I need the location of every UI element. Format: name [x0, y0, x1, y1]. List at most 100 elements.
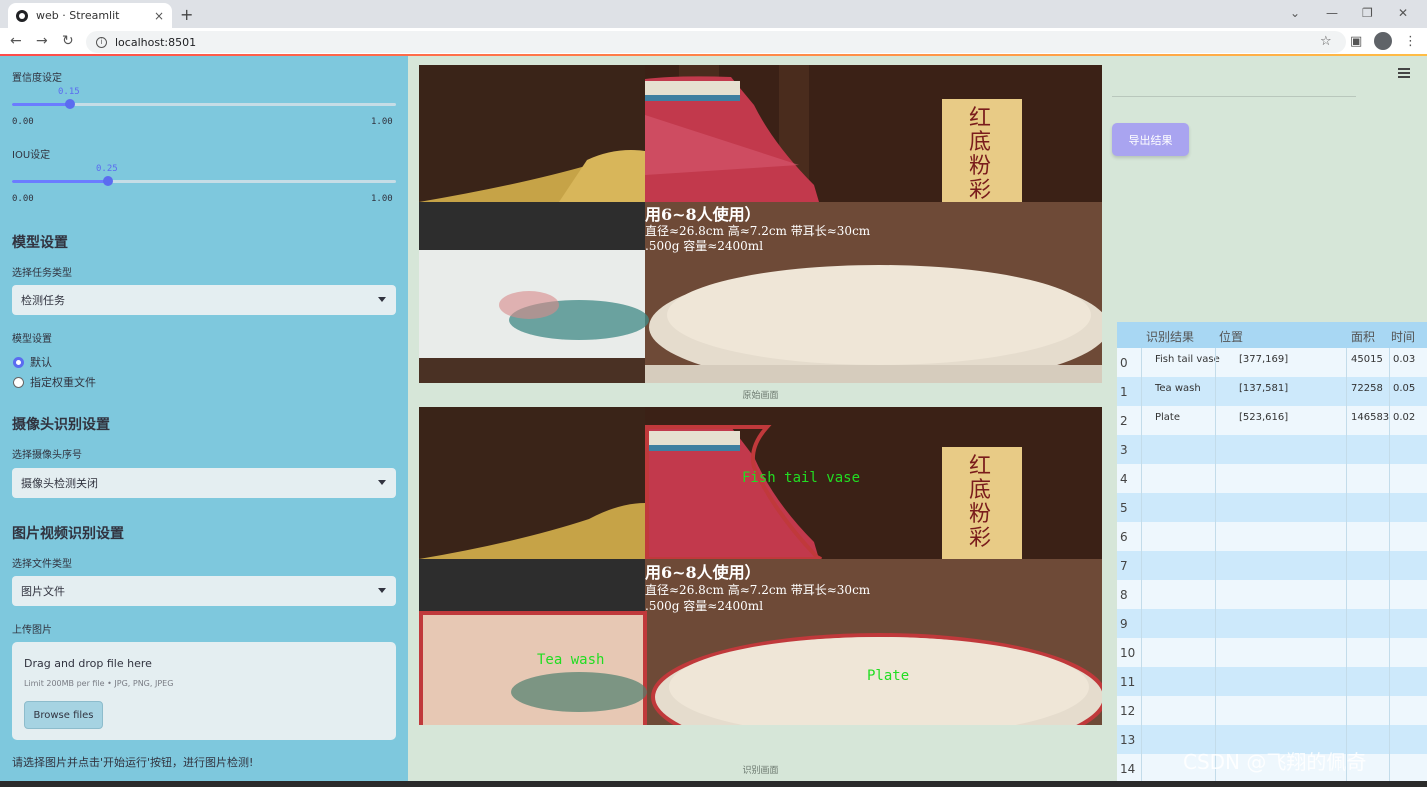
table-row[interactable]: 9: [1117, 609, 1427, 638]
cell-area: 45015: [1351, 354, 1383, 365]
table-row[interactable]: 6: [1117, 522, 1427, 551]
file-type-select[interactable]: 图片文件: [12, 576, 396, 606]
table-row[interactable]: 4: [1117, 464, 1427, 493]
iou-slider-thumb[interactable]: [103, 176, 113, 186]
file-type-label: 选择文件类型: [12, 559, 72, 570]
main-area: 红 底 粉 彩 用6~8人使用） 直径≈26.8cm 高≈7.2cm 带耳长≈3…: [408, 56, 1427, 781]
radio-default[interactable]: 默认: [13, 354, 52, 370]
cell-result: Fish tail vase: [1155, 354, 1220, 365]
camera-index-select[interactable]: 摄像头检测关闭: [12, 468, 396, 498]
forward-icon[interactable]: →: [36, 33, 48, 49]
export-results-button[interactable]: 导出结果: [1112, 123, 1189, 156]
column-header-result[interactable]: 识别结果: [1146, 328, 1194, 345]
restore-icon[interactable]: ❐: [1362, 6, 1373, 20]
table-row[interactable]: 5: [1117, 493, 1427, 522]
cell-pos: [137,581]: [1239, 383, 1289, 394]
vertical-title-char: 底: [969, 478, 991, 503]
confidence-label: 置信度设定: [12, 73, 62, 84]
csdn-watermark: CSDN @飞翔的佩奇: [1183, 750, 1367, 774]
confidence-value: 0.15: [58, 87, 80, 97]
sidebar-hint: 请选择图片并点击'开始运行'按钮，进行图片检测!: [12, 756, 254, 769]
original-image: 红 底 粉 彩 用6~8人使用） 直径≈26.8cm 高≈7.2cm 带耳长≈3…: [419, 65, 1102, 383]
task-type-select[interactable]: 检测任务: [12, 285, 396, 315]
confidence-slider-fill: [12, 103, 70, 106]
confidence-max: 1.00: [371, 117, 393, 127]
column-divider: [1215, 348, 1216, 781]
row-index: 8: [1120, 588, 1128, 602]
vertical-title-char: 底: [969, 130, 991, 155]
cell-result: Plate: [1155, 412, 1181, 423]
vertical-title-char: 粉: [969, 502, 991, 527]
file-uploader-dropzone[interactable]: Drag and drop file here Limit 200MB per …: [12, 642, 396, 740]
vertical-title-char: 红: [969, 106, 991, 131]
camera-settings-header: 摄像头识别设置: [12, 417, 110, 433]
confidence-min: 0.00: [12, 117, 34, 127]
close-tab-icon[interactable]: ×: [154, 9, 164, 23]
table-row[interactable]: 7: [1117, 551, 1427, 580]
address-bar[interactable]: i localhost:8501: [86, 31, 1346, 53]
iou-slider-fill: [12, 180, 108, 183]
side-panel-icon[interactable]: ▣: [1350, 34, 1362, 49]
bookmark-star-icon[interactable]: ☆: [1320, 34, 1332, 49]
row-index: 10: [1120, 646, 1136, 660]
cell-pos: [523,616]: [1239, 412, 1289, 423]
reload-icon[interactable]: ↻: [62, 33, 74, 49]
browse-files-button[interactable]: Browse files: [24, 701, 103, 729]
radio-unselected-icon: [13, 376, 24, 388]
camera-index-value: 摄像头检测关闭: [21, 477, 98, 490]
minimize-icon[interactable]: —: [1326, 6, 1338, 20]
row-index: 6: [1120, 530, 1128, 544]
browser-tab[interactable]: web · Streamlit ×: [8, 3, 172, 28]
browser-toolbar: ← → ↻ i localhost:8501 ☆ ▣ ⋮: [0, 28, 1427, 56]
row-index: 1: [1120, 385, 1128, 399]
row-index: 0: [1120, 356, 1128, 370]
table-row[interactable]: 2 Plate [523,616] 146583 0.02: [1117, 406, 1427, 435]
browser-menu-icon[interactable]: ⋮: [1404, 34, 1417, 49]
streamlit-favicon-icon: [16, 9, 28, 22]
table-row[interactable]: 10: [1117, 638, 1427, 667]
model-settings-header: 模型设置: [12, 235, 68, 251]
confidence-slider[interactable]: [12, 99, 396, 109]
original-caption: 原始画面: [742, 391, 779, 401]
column-divider: [1389, 348, 1390, 781]
back-icon[interactable]: ←: [10, 33, 22, 49]
table-row[interactable]: 3: [1117, 435, 1427, 464]
tab-bar: web · Streamlit × + ⌄ — ❐ ✕: [0, 0, 1427, 28]
table-row[interactable]: 1 Tea wash [137,581] 72258 0.05: [1117, 377, 1427, 406]
site-info-icon[interactable]: i: [96, 36, 107, 48]
table-row[interactable]: 8: [1117, 580, 1427, 609]
tab-search-icon[interactable]: ⌄: [1290, 6, 1300, 20]
tab-title: web · Streamlit: [36, 9, 120, 22]
table-row[interactable]: 0 Fish tail vase [377,169] 45015 0.03: [1117, 348, 1427, 377]
results-table[interactable]: 识别结果 位置 面积 时间 0 Fish tail vase [377,169] 45…: [1117, 322, 1427, 781]
column-header-area[interactable]: 面积: [1351, 328, 1375, 345]
table-row[interactable]: 12: [1117, 696, 1427, 725]
cell-area: 146583: [1351, 412, 1390, 423]
iou-min: 0.00: [12, 194, 34, 204]
profile-avatar-icon[interactable]: [1374, 32, 1392, 50]
row-index: 5: [1120, 501, 1128, 515]
new-tab-icon[interactable]: +: [180, 5, 193, 24]
cell-time: 0.02: [1393, 412, 1416, 423]
vertical-title-char: 彩: [969, 526, 991, 551]
column-header-time[interactable]: 时间: [1391, 328, 1415, 345]
detection-label-fish-tail-vase: Fish tail vase: [742, 470, 860, 486]
row-index: 13: [1120, 733, 1136, 747]
table-header: 识别结果 位置 面积 时间: [1117, 322, 1427, 348]
cell-time: 0.05: [1393, 383, 1416, 394]
vertical-title-char: 粉: [969, 154, 991, 179]
image-headline: 用6~8人使用）: [645, 563, 761, 582]
close-window-icon[interactable]: ✕: [1398, 6, 1408, 20]
column-header-position[interactable]: 位置: [1219, 328, 1243, 345]
cell-result: Tea wash: [1155, 383, 1201, 394]
iou-slider[interactable]: [12, 176, 396, 186]
column-divider: [1346, 348, 1347, 781]
confidence-slider-thumb[interactable]: [65, 99, 75, 109]
row-index: 7: [1120, 559, 1128, 573]
table-row[interactable]: 11: [1117, 667, 1427, 696]
hamburger-menu-icon[interactable]: [1398, 68, 1410, 80]
sidebar: 置信度设定 0.15 0.00 1.00 IOU设定 0.25 0.00 1.0…: [0, 56, 408, 781]
iou-label: IOU设定: [12, 150, 51, 161]
radio-custom-weights[interactable]: 指定权重文件: [13, 374, 96, 390]
chevron-down-icon: [378, 480, 386, 485]
